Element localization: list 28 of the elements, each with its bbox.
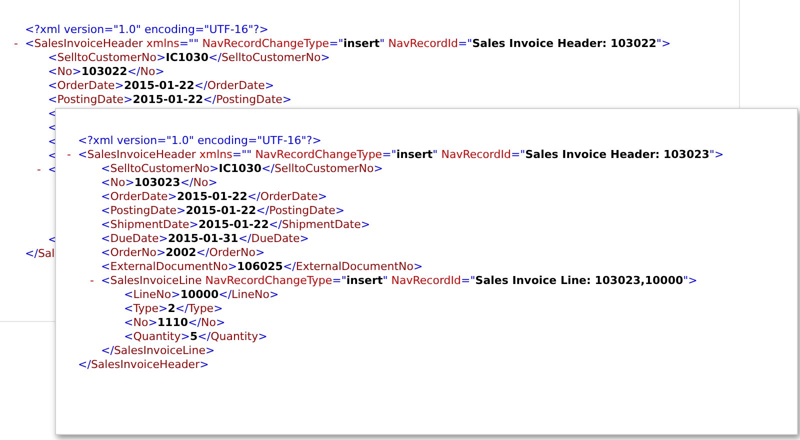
xml-line: <SalesInvoiceLine NavRecordChangeType="insert" NavRecordId="Sales Invoice Line: 103023,10000"> — [101, 274, 698, 288]
xml-line: <ShipmentDate>2015-01-22</ShipmentDate> — [101, 218, 370, 232]
xml-line: <PostingDate>2015-01-22</PostingDate> — [101, 204, 345, 218]
xml-line: <No>103022</No> — [48, 65, 164, 79]
xml-line: </SalesInvoiceHeader> — [78, 358, 209, 372]
xml-line: <Quantity>5</Quantity> — [124, 330, 268, 344]
xml-line: <SelltoCustomerNo>IC1030</SelltoCustomerNo> — [48, 51, 330, 65]
xml-line: <?xml version="1.0" encoding="UTF-16"?> — [78, 134, 322, 148]
xml-line: <SalesInvoiceHeader xmlns="" NavRecordChangeType="insert" NavRecordId="Sales Invoice Header: 103023"> — [78, 148, 724, 162]
xml-line: <OrderDate>2015-01-22</OrderDate> — [48, 79, 274, 93]
xml-line: <No>103023</No> — [101, 176, 218, 190]
collapse-toggle[interactable]: - — [64, 148, 74, 162]
xml-line: <PostingDate>2015-01-22</PostingDate> — [48, 93, 292, 107]
xml-line: <Type>2</Type> — [124, 302, 223, 316]
xml-line: <DueDate>2015-01-31</DueDate> — [101, 232, 309, 246]
xml-line: <SelltoCustomerNo>IC1030</SelltoCustomerNo> — [101, 162, 383, 176]
collapse-toggle[interactable]: - — [11, 37, 21, 51]
xml-line: <LineNo>10000</LineNo> — [124, 288, 279, 302]
xml-line: </SalesInvoiceLine> — [101, 344, 215, 358]
xml-line: <ExternalDocumentNo>106025</ExternalDocumentNo> — [101, 260, 423, 274]
xml-line: <?xml version="1.0" encoding="UTF-16"?> — [25, 23, 268, 37]
xml-line: <OrderNo>2002</OrderNo> — [101, 246, 265, 260]
xml-line: <SalesInvoiceHeader xmlns="" NavRecordChangeType="insert" NavRecordId="Sales Invoice Header: 103022"> — [25, 37, 671, 51]
xml-line: </Sal — [25, 247, 55, 261]
collapse-toggle[interactable]: - — [87, 274, 97, 288]
collapse-toggle[interactable]: - — [34, 163, 44, 177]
xml-line: <OrderDate>2015-01-22</OrderDate> — [101, 190, 328, 204]
xml-line: <No>1110</No> — [124, 316, 226, 330]
